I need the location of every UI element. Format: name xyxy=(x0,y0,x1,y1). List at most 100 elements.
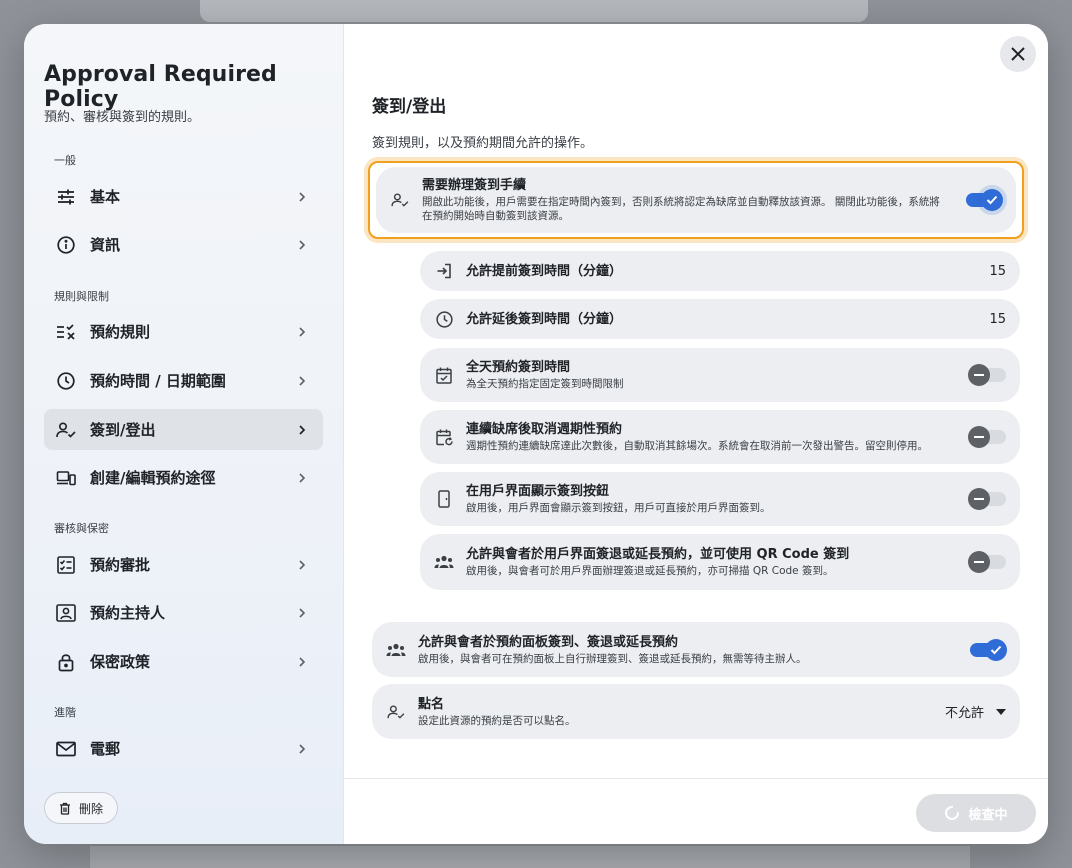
check-icon xyxy=(986,195,998,205)
page-title: 簽到/登出 xyxy=(372,97,447,117)
backdrop-top xyxy=(200,0,868,22)
attendee-panel-actions-toggle[interactable] xyxy=(970,638,1007,661)
chevron-right-icon xyxy=(299,326,306,337)
sidebar-item-checkin[interactable]: 簽到/登出 xyxy=(44,409,323,450)
sidebar-item-label: 預約審批 xyxy=(90,556,151,574)
late-checkin-value[interactable]: 15 xyxy=(989,312,1006,327)
footer-divider xyxy=(344,778,1048,779)
sidebar-item-booking-channels[interactable]: 創建/編輯預約途徑 xyxy=(44,457,323,498)
attendee-panel-actions-row: 允許與會者於預約面板簽到、簽退或延長預約 啟用後，與會者可在預約面板上自行辦理簽… xyxy=(372,622,1020,677)
calendar-repeat-icon xyxy=(434,427,454,447)
attendee-ui-actions-row: 允許與會者於用戶界面簽退或延長預約，並可使用 QR Code 簽到 啟用後，與會… xyxy=(420,534,1020,590)
allday-checkin-title: 全天預約簽到時間 xyxy=(466,360,571,375)
check-icon xyxy=(990,645,1002,654)
caret-down-icon xyxy=(996,708,1006,715)
chevron-right-icon xyxy=(299,375,306,386)
roll-call-desc: 設定此資源的預約是否可以點名。 xyxy=(418,714,576,727)
attendee-panel-actions-title: 允許與會者於預約面板簽到、簽退或延長預約 xyxy=(418,634,679,650)
show-checkin-button-row: 在用戶界面顯示簽到按鈕 啟用後，用戶界面會顯示簽到按鈕，用戶可直接於用戶界面簽到… xyxy=(420,472,1020,526)
person-check-icon xyxy=(56,420,76,440)
allday-checkin-desc: 為全天預約指定固定簽到時間限制 xyxy=(466,378,624,390)
sidebar-item-label: 預約主持人 xyxy=(90,604,166,622)
sidebar-item-time-range[interactable]: 預約時間 / 日期範圍 xyxy=(44,360,323,401)
mobile-device-icon xyxy=(434,489,454,509)
section-review: 審核與保密 xyxy=(54,522,109,535)
chevron-right-icon xyxy=(299,191,306,202)
trash-icon xyxy=(60,802,70,815)
attendee-ui-actions-toggle[interactable] xyxy=(968,551,1006,573)
policy-modal: Approval Required Policy 預約、審核與簽到的規則。 一般… xyxy=(24,24,1048,844)
sidebar-item-info[interactable]: 資訊 xyxy=(44,224,323,265)
mail-icon xyxy=(56,739,76,759)
sidebar-item-label: 保密政策 xyxy=(90,653,151,671)
minus-icon xyxy=(974,561,984,563)
section-rules: 規則與限制 xyxy=(54,290,109,303)
early-checkin-title: 允許提前簽到時間（分鐘） xyxy=(466,263,623,279)
chevron-right-icon xyxy=(299,743,306,754)
roll-call-row: 點名 設定此資源的預約是否可以點名。 不允許 xyxy=(372,684,1020,739)
sidebar-item-label: 基本 xyxy=(90,188,121,206)
late-checkin-title: 允許延後簽到時間（分鐘） xyxy=(466,311,623,327)
clock-icon xyxy=(56,371,76,391)
login-arrow-icon xyxy=(434,261,454,281)
delete-button[interactable]: 刪除 xyxy=(44,792,119,824)
late-checkin-row[interactable]: 允許延後簽到時間（分鐘） 15 xyxy=(420,299,1020,339)
chevron-right-icon xyxy=(299,559,306,570)
main-panel: 簽到/登出 簽到規則，以及預約期間允許的操作。 需要辦理簽到手續 開啟此功能後，… xyxy=(344,24,1048,844)
sidebar-item-privacy[interactable]: 保密政策 xyxy=(44,641,323,682)
info-icon xyxy=(56,235,76,255)
attendee-panel-actions-desc: 啟用後，與會者可在預約面板上自行辦理簽到、簽退或延長預約，無需等待主辦人。 xyxy=(418,652,807,665)
check-button[interactable]: 檢查中 xyxy=(916,794,1036,832)
minus-icon xyxy=(974,436,984,438)
chevron-right-icon xyxy=(299,656,306,667)
require-checkin-title: 需要辦理簽到手續 xyxy=(422,178,527,193)
require-checkin-toggle[interactable] xyxy=(966,189,1003,211)
section-general: 一般 xyxy=(54,154,76,167)
sidebar-item-booking-rules[interactable]: 預約規則 xyxy=(44,311,323,352)
rules-check-icon xyxy=(56,322,76,342)
group-icon xyxy=(434,552,454,572)
sidebar-item-label: 創建/編輯預約途徑 xyxy=(90,469,216,487)
chevron-right-icon xyxy=(299,607,306,618)
cancel-recurring-toggle[interactable] xyxy=(968,426,1006,448)
cancel-recurring-title: 連續缺席後取消週期性預約 xyxy=(466,422,623,437)
sidebar-item-label: 電郵 xyxy=(90,740,121,758)
person-check-icon xyxy=(390,190,410,210)
backdrop-bottom xyxy=(90,846,970,868)
sidebar-title: Approval Required Policy xyxy=(44,62,277,112)
sliders-icon xyxy=(56,187,76,207)
chevron-right-icon xyxy=(299,239,306,250)
show-checkin-button-title: 在用戶界面顯示簽到按鈕 xyxy=(466,484,610,499)
roll-call-value: 不允許 xyxy=(944,706,984,721)
check-label: 檢查中 xyxy=(968,807,1008,823)
roll-call-select[interactable]: 不允許 xyxy=(945,702,1006,721)
person-check-icon xyxy=(386,702,406,722)
cancel-recurring-row: 連續缺席後取消週期性預約 週期性預約連續缺席達此次數後，自動取消其餘場次。系統會… xyxy=(420,410,1020,464)
early-checkin-row[interactable]: 允許提前簽到時間（分鐘） 15 xyxy=(420,251,1020,291)
sidebar-item-label: 預約時間 / 日期範圍 xyxy=(90,372,226,390)
sidebar-item-basic[interactable]: 基本 xyxy=(44,176,323,217)
lock-icon xyxy=(56,652,76,672)
approval-checklist-icon xyxy=(56,555,76,575)
delete-label: 刪除 xyxy=(79,801,104,816)
sidebar-item-label: 預約規則 xyxy=(90,323,151,341)
calendar-check-icon xyxy=(434,365,454,385)
section-advanced: 進階 xyxy=(54,706,76,719)
close-button[interactable] xyxy=(1000,36,1036,72)
sidebar: Approval Required Policy 預約、審核與簽到的規則。 一般… xyxy=(24,24,344,844)
cancel-recurring-desc: 週期性預約連續缺席達此次數後，自動取消其餘場次。系統會在取消前一次發出警告。留空… xyxy=(466,440,928,452)
sidebar-subtitle: 預約、審核與簽到的規則。 xyxy=(44,110,201,125)
sidebar-item-host[interactable]: 預約主持人 xyxy=(44,592,323,633)
spinner-icon xyxy=(945,806,960,820)
allday-checkin-row: 全天預約簽到時間 為全天預約指定固定簽到時間限制 xyxy=(420,348,1020,402)
sidebar-item-approval[interactable]: 預約審批 xyxy=(44,544,323,585)
page-subtitle: 簽到規則，以及預約期間允許的操作。 xyxy=(372,136,594,151)
devices-icon xyxy=(56,468,76,488)
minus-icon xyxy=(974,374,984,376)
early-checkin-value[interactable]: 15 xyxy=(989,264,1006,279)
host-badge-icon xyxy=(56,603,76,623)
minus-icon xyxy=(974,498,984,500)
allday-checkin-toggle[interactable] xyxy=(968,364,1006,386)
show-checkin-button-toggle[interactable] xyxy=(968,488,1006,510)
sidebar-item-email[interactable]: 電郵 xyxy=(44,728,323,769)
